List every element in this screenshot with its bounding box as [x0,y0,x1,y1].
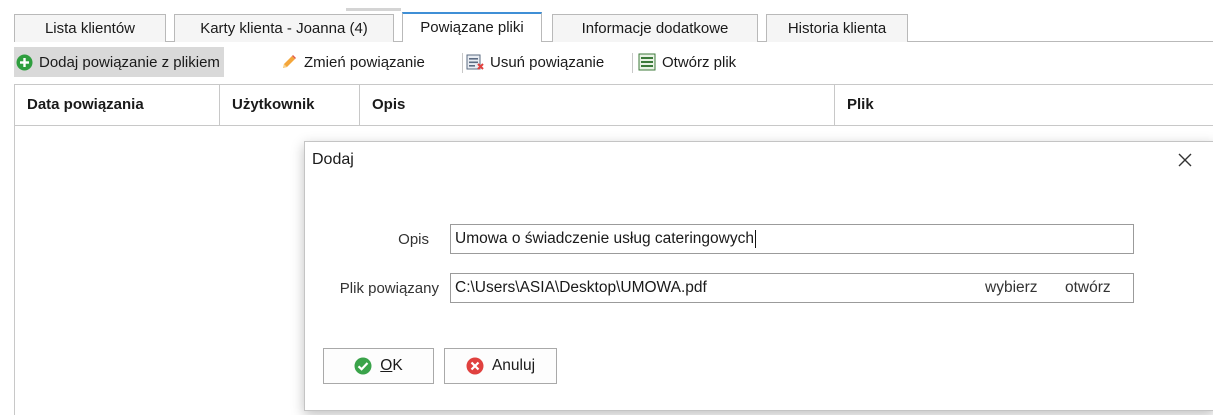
tab-karty-klienta[interactable]: Karty klienta - Joanna (4) [174,14,394,42]
cancel-button[interactable]: Anuluj [444,348,557,384]
column-header-description[interactable]: Opis [360,85,835,125]
toolbar-separator [462,53,463,73]
file-path-field[interactable]: C:\Users\ASIA\Desktop\UMOWA.pdf wybierz … [450,273,1134,303]
column-header-label: Opis [372,96,406,113]
toolbar: Dodaj powiązanie z plikiem Zmień powiąza… [14,47,1213,77]
column-header-date[interactable]: Data powiązania [15,85,220,125]
edit-link-button[interactable]: Zmień powiązanie [280,47,425,77]
delete-link-label: Usuń powiązanie [490,53,605,71]
column-header-user[interactable]: Użytkownik [220,85,360,125]
open-file-button[interactable]: Otwórz plik [638,47,736,77]
tab-label: Lista klientów [44,20,136,37]
close-button[interactable] [1174,149,1196,171]
text-caret [754,229,756,248]
edit-link-label: Zmień powiązanie [304,53,425,71]
column-header-label: Data powiązania [27,96,144,113]
ok-button[interactable]: OK [323,348,434,384]
open-file-label: Otwórz plik [662,53,737,71]
delete-link-button[interactable]: Usuń powiązanie [466,47,604,77]
tab-label: Powiązane pliki [420,19,524,36]
toolbar-separator [632,53,633,73]
tab-historia-klienta[interactable]: Historia klienta [766,14,908,42]
choose-file-link[interactable]: wybierz [985,274,1038,302]
description-input[interactable]: Umowa o świadczenie usług cateringowych [450,224,1134,254]
open-file-icon [638,53,656,71]
tab-label: Karty klienta - Joanna (4) [200,20,368,37]
grid-header: Data powiązania Użytkownik Opis Plik [15,84,1213,126]
add-dialog: Dodaj Opis Umowa o świadczenie usług cat… [304,141,1213,411]
plus-circle-icon [15,53,33,71]
file-path-value: C:\Users\ASIA\Desktop\UMOWA.pdf [455,279,707,296]
file-label: Plik powiązany [339,280,439,297]
description-value: Umowa o świadczenie usług cateringowych [455,230,754,247]
open-file-link[interactable]: otwórz [1065,274,1111,302]
close-icon [1178,153,1192,167]
tab-bar: Lista klientów Karty klienta - Joanna (4… [0,0,1213,42]
ok-label: OK [380,357,402,375]
pencil-icon [280,53,298,71]
check-circle-icon [354,357,372,375]
x-circle-icon [466,357,484,375]
tab-powiazane-pliki[interactable]: Powiązane pliki [402,12,542,42]
cancel-label: Anuluj [491,357,536,374]
ok-label-rest: K [392,357,403,374]
description-label: Opis [398,231,429,248]
column-header-label: Użytkownik [232,96,315,113]
add-link-button[interactable]: Dodaj powiązanie z plikiem [14,47,224,77]
tab-overflow-strip [346,8,401,11]
tab-label: Historia klienta [787,20,887,37]
tab-lista-klientow[interactable]: Lista klientów [14,14,166,42]
tab-informacje-dodatkowe[interactable]: Informacje dodatkowe [552,14,758,42]
add-link-label: Dodaj powiązanie z plikiem [39,53,220,71]
delete-list-icon [466,53,484,71]
ok-label-mnemonic: O [380,357,393,374]
dialog-title: Dodaj [312,151,354,168]
tab-label: Informacje dodatkowe [581,20,729,37]
column-header-label: Plik [847,96,874,113]
column-header-file[interactable]: Plik [835,85,1213,125]
